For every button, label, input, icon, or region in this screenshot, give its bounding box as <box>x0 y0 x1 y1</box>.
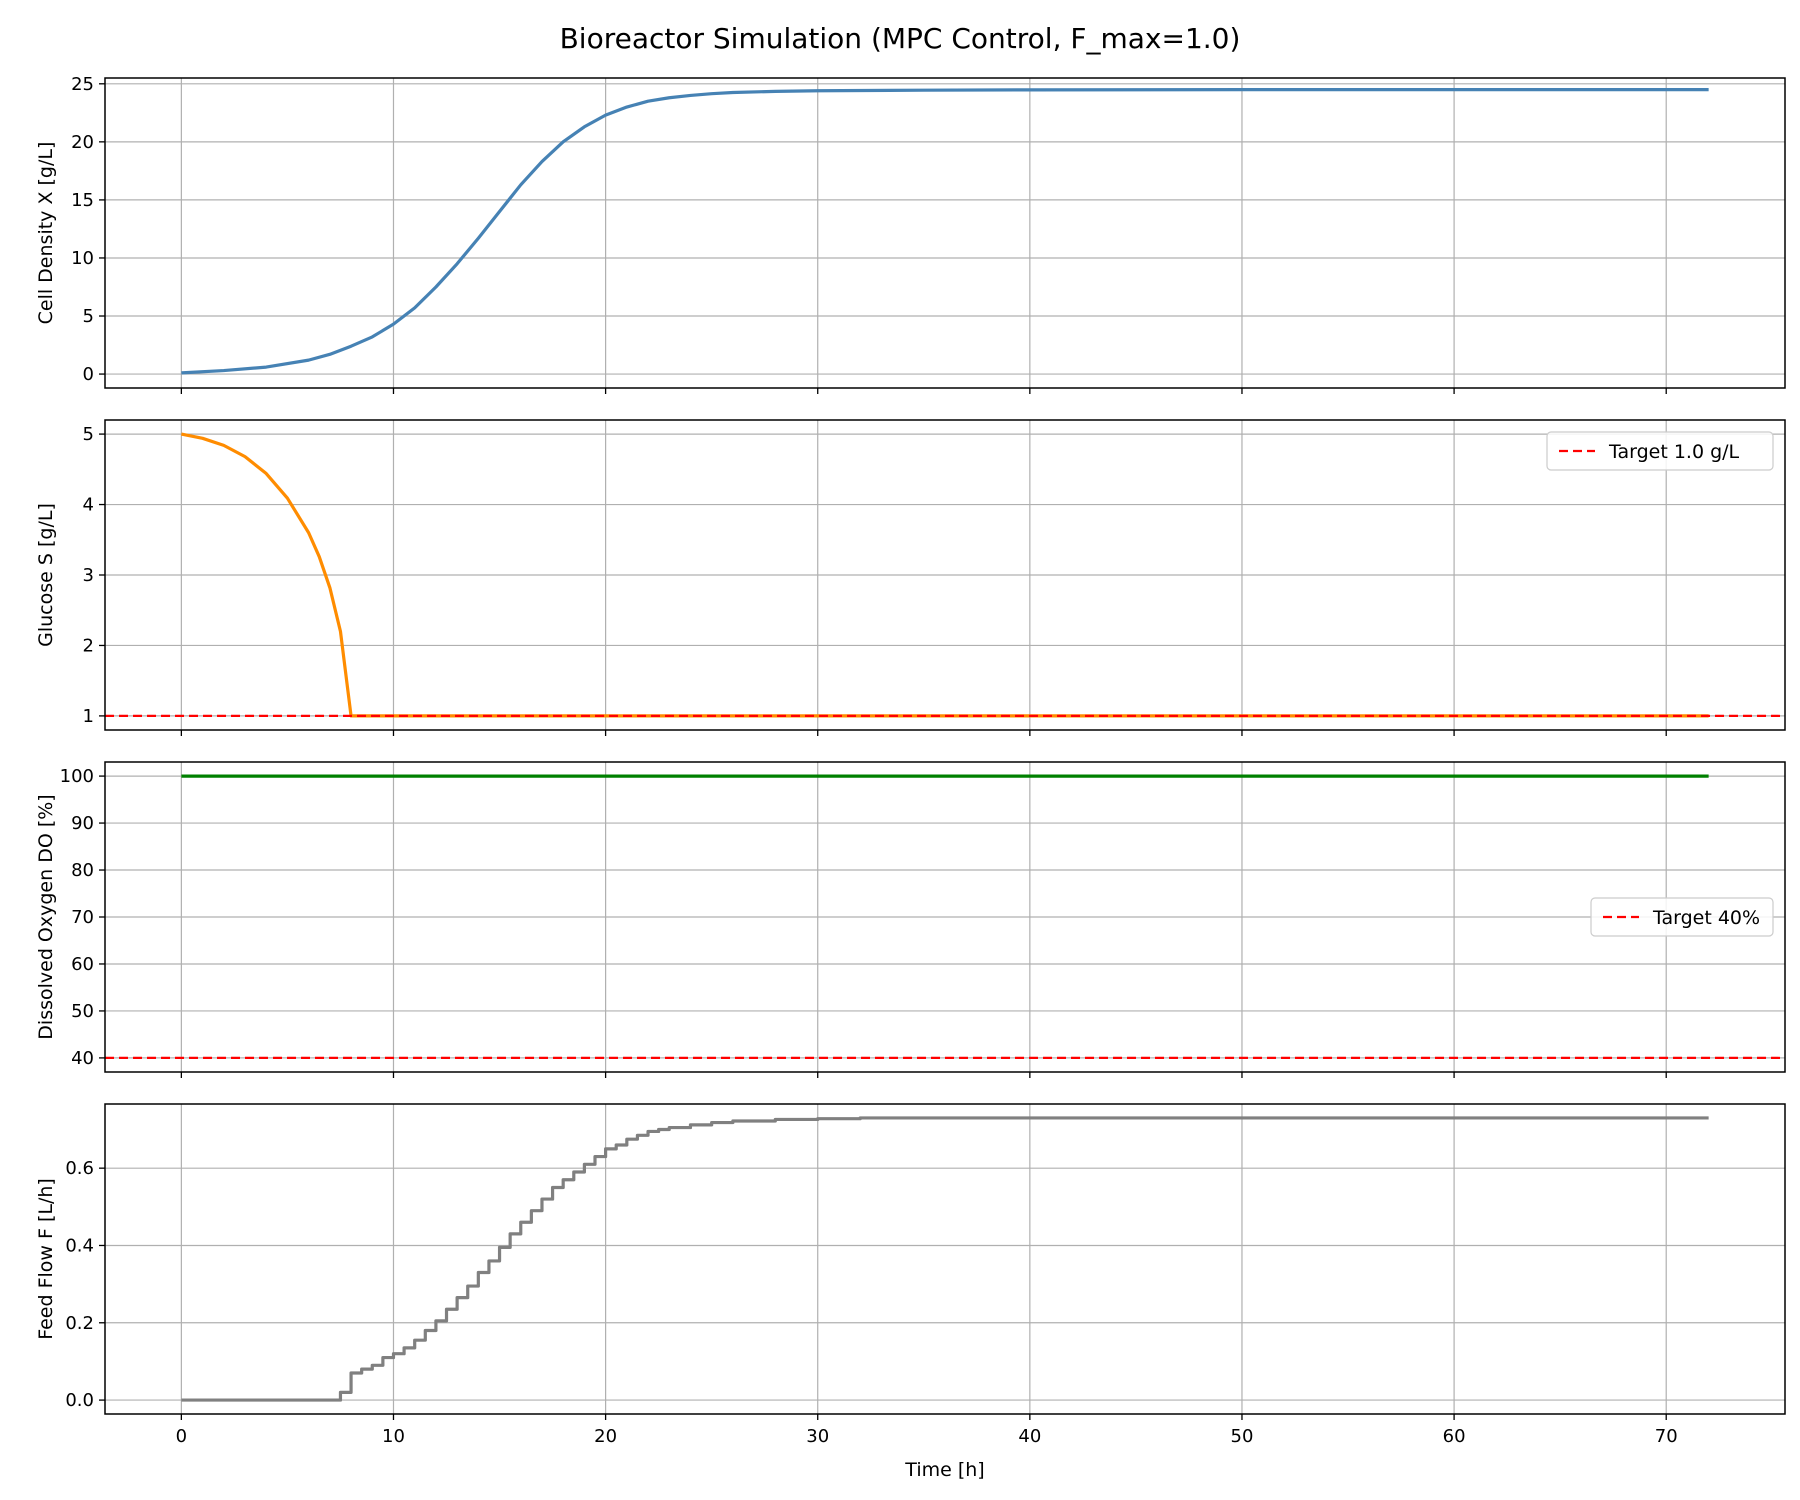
series-line-1 <box>181 88 1709 375</box>
plot-frame <box>104 77 1786 389</box>
y-tick-label: 2 <box>83 635 94 656</box>
chart-canvas: 0 5 10 15 20 25 Cell Density X [g/L] 1 2 3 4 5 Gluco… <box>35 74 1786 1481</box>
y-tick-label: 80 <box>71 860 94 881</box>
figure: Bioreactor Simulation (MPC Control, F_ma… <box>0 0 1800 1500</box>
x-tick-label: 0 <box>176 1426 187 1447</box>
y-tick-label: 5 <box>83 306 94 327</box>
y-tick-label: 3 <box>83 565 94 586</box>
y-axis-label: Dissolved Oxygen DO [%] <box>35 794 57 1039</box>
y-tick-label: 5 <box>83 424 94 445</box>
y-tick-label: 100 <box>60 766 94 787</box>
subplot-3: 40 50 60 70 80 90 100Dissolved Oxygen DO [%] Ta… <box>35 761 1786 1078</box>
series-group <box>181 88 1709 375</box>
x-tick-label: 10 <box>382 1426 405 1447</box>
series-group <box>181 1116 1709 1402</box>
x-tick-label: 40 <box>1018 1426 1041 1447</box>
subplot-4: 0 10 20 30 40 50 60 70 0.0 0.2 0.4 0.6 Feed Flow F [… <box>35 1103 1786 1481</box>
y-tick-label: 0.0 <box>65 1390 94 1411</box>
legend-label: Target 1.0 g/L <box>1608 441 1740 463</box>
y-tick-label: 1 <box>83 706 94 727</box>
y-axis-label: Glucose S [g/L] <box>35 503 57 647</box>
y-tick-label: 0.2 <box>65 1313 94 1334</box>
x-axis-label: Time [h] <box>904 1459 984 1481</box>
y-tick-label: 4 <box>83 495 94 516</box>
y-tick-label: 50 <box>71 1001 94 1022</box>
x-tick-label: 60 <box>1443 1426 1466 1447</box>
y-tick-label: 60 <box>71 954 94 975</box>
y-tick-label: 70 <box>71 907 94 928</box>
y-axis-label: Feed Flow F [L/h] <box>35 1178 57 1340</box>
y-tick-label: 15 <box>71 190 94 211</box>
x-tick-label: 70 <box>1655 1426 1678 1447</box>
y-tick-label: 0 <box>83 364 94 385</box>
plot-frame <box>104 1103 1786 1415</box>
y-axis-label: Cell Density X [g/L] <box>35 142 57 325</box>
x-tick-label: 20 <box>594 1426 617 1447</box>
y-tick-label: 0.4 <box>65 1235 94 1256</box>
subplot-2: 1 2 3 4 5 Glucose S [g/L] Target 1.0 g/L <box>35 419 1786 736</box>
x-tick-label: 30 <box>806 1426 829 1447</box>
y-tick-label: 20 <box>71 132 94 153</box>
y-tick-label: 0.6 <box>65 1158 94 1179</box>
y-tick-label: 25 <box>71 74 94 95</box>
y-tick-label: 10 <box>71 248 94 269</box>
legend: Target 1.0 g/L <box>1546 431 1774 471</box>
series-line-1 <box>181 1116 1709 1402</box>
y-tick-label: 90 <box>71 813 94 834</box>
legend-label: Target 40% <box>1652 907 1760 929</box>
x-tick-label: 50 <box>1231 1426 1254 1447</box>
y-tick-label: 40 <box>71 1048 94 1069</box>
subplot-1: 0 5 10 15 20 25 Cell Density X [g/L] <box>35 74 1786 394</box>
legend: Target 40% <box>1590 897 1774 937</box>
